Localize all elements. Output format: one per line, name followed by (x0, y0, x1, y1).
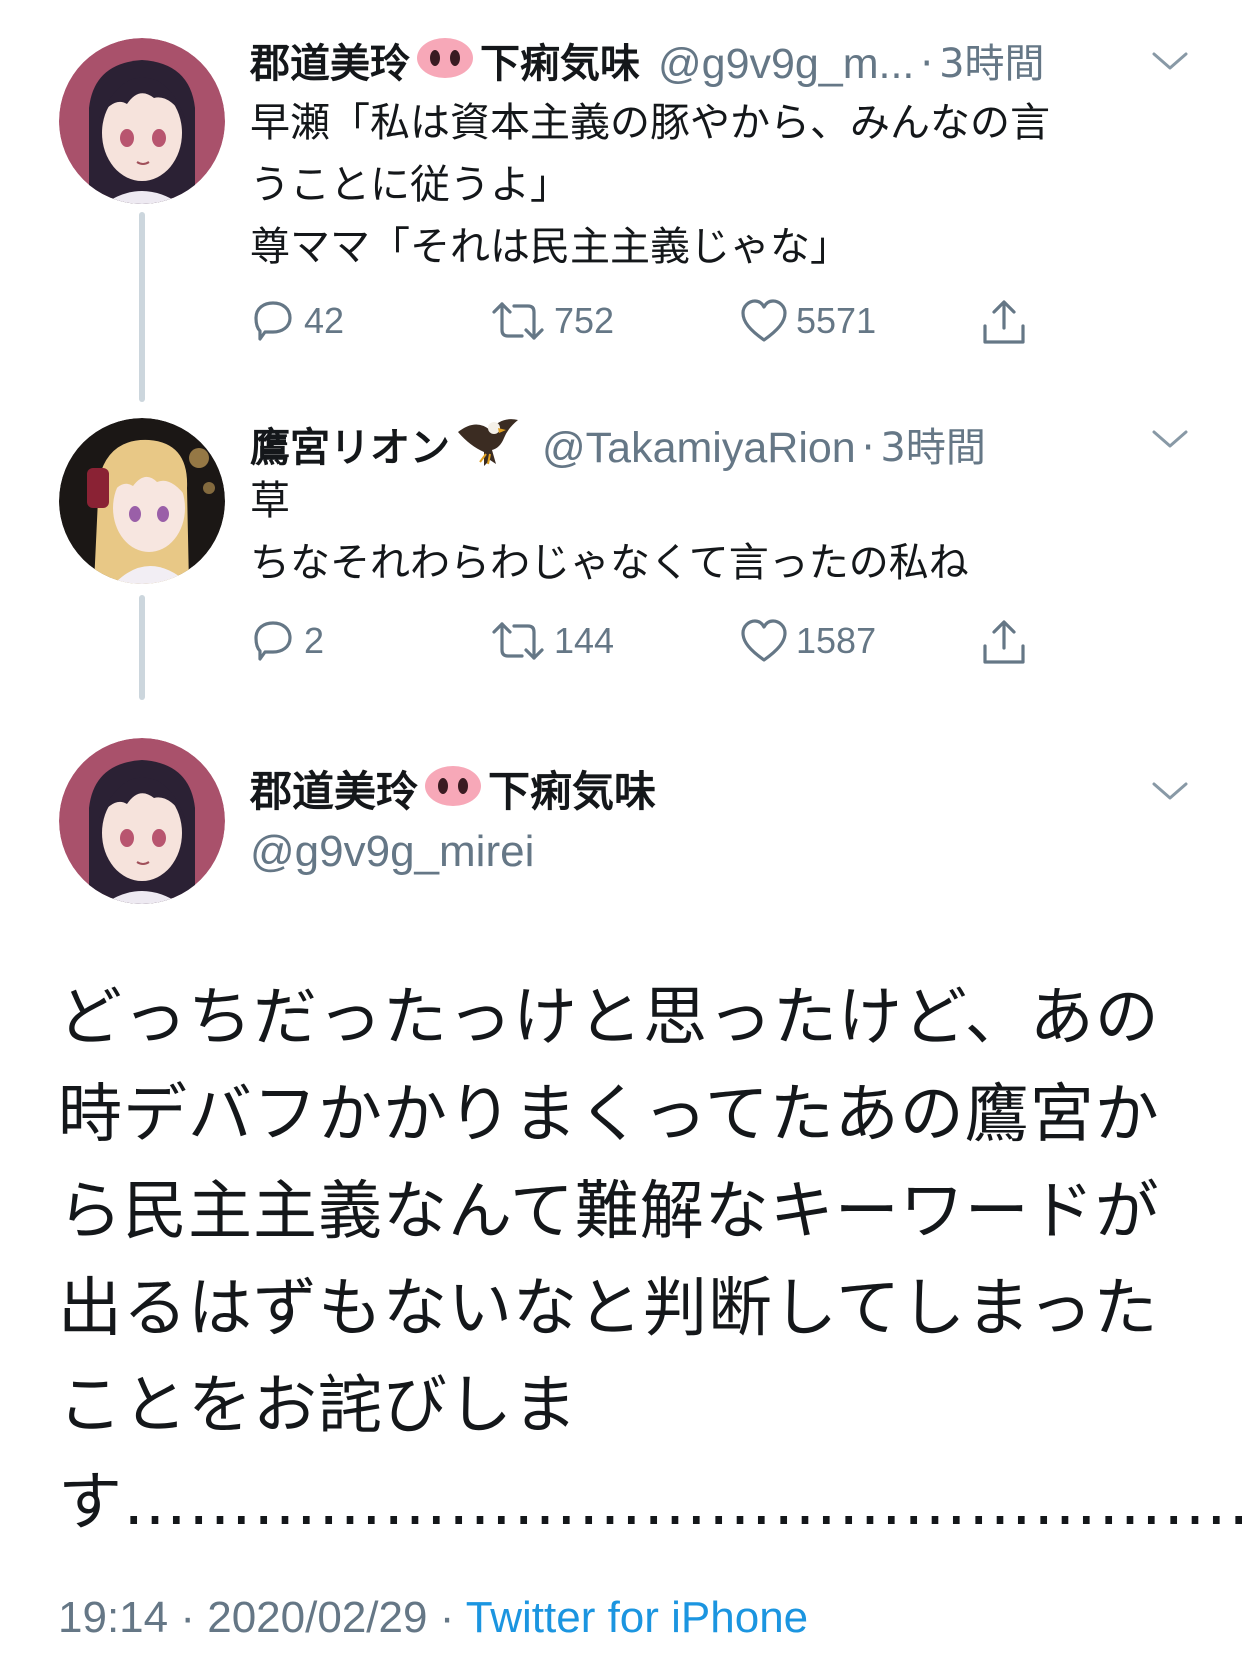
timestamp[interactable]: 3時間 (939, 39, 1044, 89)
heart-icon (741, 619, 787, 662)
tweet-actions: 2 144 1587 (250, 618, 1040, 678)
reply-icon (254, 301, 292, 341)
share-icon (983, 300, 1025, 344)
heart-icon (741, 299, 787, 342)
pig-nose-icon (424, 764, 482, 820)
like-count: 1587 (796, 620, 877, 661)
reply-button[interactable]: 2 (250, 618, 324, 664)
separator-dot: · (439, 1593, 466, 1642)
chevron-down-icon[interactable] (1150, 424, 1190, 454)
display-name[interactable]: 鷹宮リオン (250, 423, 450, 473)
display-name-suffix[interactable]: 下痢気味 (488, 766, 656, 818)
main-handle[interactable]: @g9v9g_mirei (250, 826, 534, 878)
retweet-count: 752 (554, 300, 615, 341)
reply-count: 42 (304, 300, 345, 341)
source-link[interactable]: Twitter for iPhone (466, 1593, 808, 1642)
avatar-mirei-main[interactable] (59, 738, 225, 904)
thread-line-1 (139, 212, 145, 402)
tweet-meta: 19:14 · 2020/02/29 · Twitter for iPhone (58, 1590, 808, 1646)
tweet-text: 早瀬「私は資本主義の豚やから、みんなの言 うことに従うよ」 尊ママ「それは民主主… (250, 100, 1050, 270)
handle[interactable]: @g9v9g_m... (658, 39, 914, 89)
display-name-suffix[interactable]: 下痢気味 (480, 39, 640, 89)
share-button[interactable] (980, 298, 1036, 346)
share-button[interactable] (980, 618, 1036, 666)
separator-dot: · (861, 425, 875, 471)
pig-nose-icon (416, 36, 474, 92)
like-button[interactable]: 5571 (740, 298, 876, 344)
reply-count: 2 (304, 620, 325, 661)
main-tweet-text: どっちだったっけと思ったけど、あの 時デバフかかりまくってたあの鷹宮か ら民主主… (58, 981, 1242, 1540)
chevron-down-icon[interactable] (1150, 46, 1190, 76)
display-name[interactable]: 郡道美玲 (250, 766, 418, 818)
avatar-mirei[interactable] (59, 38, 225, 204)
tweet-date: 2020/02/29 (207, 1593, 428, 1642)
like-count: 5571 (796, 300, 877, 341)
display-name[interactable]: 郡道美玲 (250, 39, 410, 89)
separator-dot: · (920, 41, 934, 87)
tweet-time: 19:14 (58, 1593, 169, 1642)
share-icon (983, 620, 1025, 664)
retweet-button[interactable]: 144 (490, 618, 614, 664)
timestamp[interactable]: 3時間 (880, 423, 985, 473)
like-button[interactable]: 1587 (740, 618, 876, 664)
retweet-icon (492, 302, 544, 340)
thread-line-2 (139, 595, 145, 700)
chevron-down-icon[interactable] (1150, 776, 1190, 806)
retweet-button[interactable]: 752 (490, 298, 614, 344)
separator-dot: · (180, 1593, 208, 1642)
handle[interactable]: @TakamiyaRion (542, 423, 856, 473)
reply-icon (254, 621, 292, 661)
reply-button[interactable]: 42 (250, 298, 344, 344)
tweet-text: 草 ちなそれわらわじゃなくて言ったの私ね (250, 478, 969, 586)
retweet-icon (492, 622, 544, 660)
avatar-rion[interactable] (59, 418, 225, 584)
tweet-header: 郡道美玲 下痢気味 @g9v9g_m... · 3時間 (250, 36, 1045, 92)
main-tweet-header: 郡道美玲 下痢気味 (250, 764, 656, 820)
tweet-actions: 42 752 5571 (250, 298, 1040, 358)
retweet-count: 144 (554, 620, 615, 661)
